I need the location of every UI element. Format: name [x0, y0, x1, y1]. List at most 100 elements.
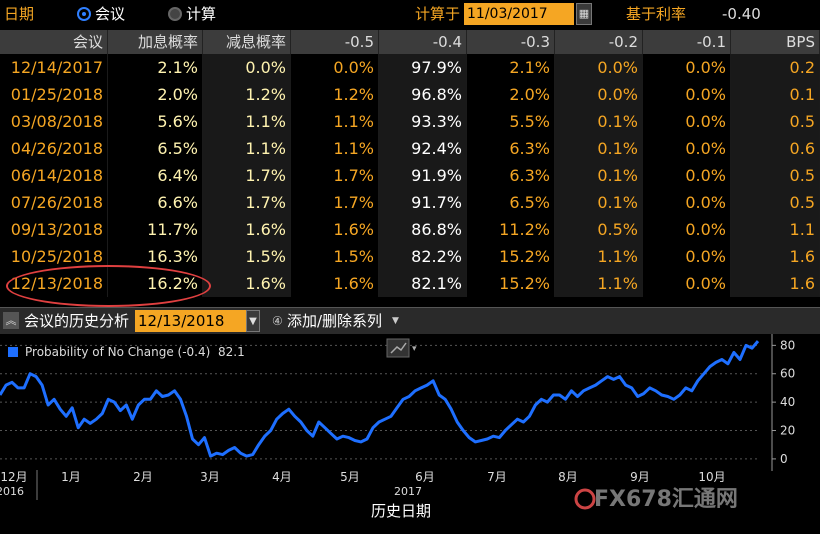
bps-value: 1.1 [731, 216, 820, 243]
y-tick-label: 0 [780, 452, 788, 466]
prob-m04: 82.2% [379, 243, 467, 270]
add-remove-series-button[interactable]: 添加/删除系列 [287, 308, 382, 334]
chevron-up-icon[interactable]: ︽ [3, 312, 19, 329]
header-bps[interactable]: BPS [731, 30, 820, 54]
x-tick-label: 10月 [698, 470, 725, 484]
table-row[interactable]: 06/14/2018 6.4% 1.7% 1.7% 91.9% 6.3% 0.1% 0.0% 0… [0, 162, 820, 189]
table-row[interactable]: 01/25/2018 2.0% 1.2% 1.2% 96.8% 2.0% 0.0% 0.0% 0… [0, 81, 820, 108]
prob-m04: 86.8% [379, 216, 467, 243]
table-row[interactable]: 09/13/2018 11.7% 1.6% 1.6% 86.8% 11.2% 0.5% 0.0… [0, 216, 820, 243]
x-tick-label: 12月 [0, 470, 27, 484]
meeting-date: 03/08/2018 [0, 108, 108, 135]
meeting-date: 12/14/2017 [0, 54, 108, 81]
hike-prob: 6.6% [108, 189, 203, 216]
prob-m04: 93.3% [379, 108, 467, 135]
prob-m01: 0.0% [643, 54, 731, 81]
meeting-date: 01/25/2018 [0, 81, 108, 108]
header-meeting[interactable]: 会议 [0, 30, 108, 54]
bps-value: 0.5 [731, 162, 820, 189]
calc-radio-button[interactable] [168, 7, 182, 21]
table-row[interactable]: 07/26/2018 6.6% 1.7% 1.7% 91.7% 6.5% 0.1% 0.0% 0… [0, 189, 820, 216]
y-tick-label: 40 [780, 395, 795, 409]
header-rate-m05[interactable]: -0.5 [291, 30, 379, 54]
header-rate-m02[interactable]: -0.2 [555, 30, 643, 54]
header-rate-m01[interactable]: -0.1 [643, 30, 731, 54]
prob-m04: 96.8% [379, 81, 467, 108]
history-date-dropdown[interactable]: ▼ [246, 310, 260, 332]
table-row[interactable]: 04/26/2018 6.5% 1.1% 1.1% 92.4% 6.3% 0.1% 0.0% 0… [0, 135, 820, 162]
prob-m05: 1.1% [291, 135, 379, 162]
top-toolbar: 日期 会议 计算 计算于 11/03/2017 ▦ 基于利率 -0.40 [0, 0, 820, 28]
hike-prob: 11.7% [108, 216, 203, 243]
base-rate-value: -0.40 [722, 5, 761, 23]
cut-prob: 1.5% [203, 243, 291, 270]
meeting-radio-label[interactable]: 会议 [95, 0, 125, 28]
x-tick-label: 9月 [630, 470, 650, 484]
calendar-icon[interactable]: ▦ [576, 3, 592, 25]
prob-m03: 6.5% [467, 189, 555, 216]
table-row[interactable]: 03/08/2018 5.6% 1.1% 1.1% 93.3% 5.5% 0.1% 0.0% 0… [0, 108, 820, 135]
highlight-circle [6, 265, 211, 307]
legend-series-label: Probability of No Change (-0.4) [25, 345, 210, 359]
meeting-date: 06/14/2018 [0, 162, 108, 189]
history-toolbar: ︽ 会议的历史分析 12/13/2018 ▼ ④ 添加/删除系列 ▼ [0, 307, 820, 334]
hike-prob: 2.1% [108, 54, 203, 81]
bps-value: 1.6 [731, 270, 820, 297]
bps-value: 0.2 [731, 54, 820, 81]
bps-value: 0.5 [731, 189, 820, 216]
history-title: 会议的历史分析 [24, 312, 130, 330]
header-cut[interactable]: 减息概率 [203, 30, 291, 54]
prob-m02: 1.1% [555, 270, 643, 297]
hike-prob: 2.0% [108, 81, 203, 108]
header-hike[interactable]: 加息概率 [108, 30, 203, 54]
prob-m02: 0.0% [555, 54, 643, 81]
app: 日期 会议 计算 计算于 11/03/2017 ▦ 基于利率 -0.40 会议 … [0, 0, 820, 530]
cut-prob: 1.1% [203, 135, 291, 162]
meeting-date: 07/26/2018 [0, 189, 108, 216]
header-rate-m03[interactable]: -0.3 [467, 30, 555, 54]
chart-type-dropdown-icon[interactable]: ▾ [412, 344, 417, 354]
cut-prob: 1.6% [203, 270, 291, 297]
hike-prob: 6.4% [108, 162, 203, 189]
cut-prob: 1.1% [203, 108, 291, 135]
prob-m03: 2.0% [467, 81, 555, 108]
prob-m05: 1.7% [291, 162, 379, 189]
meeting-radio-button[interactable] [77, 7, 91, 21]
header-rate-m04[interactable]: -0.4 [379, 30, 467, 54]
calc-radio-label[interactable]: 计算 [186, 0, 216, 28]
prob-m02: 0.1% [555, 108, 643, 135]
x-tick-label: 3月 [200, 470, 220, 484]
meeting-date: 09/13/2018 [0, 216, 108, 243]
hike-prob: 6.5% [108, 135, 203, 162]
prob-m04: 97.9% [379, 54, 467, 81]
prob-m02: 0.1% [555, 135, 643, 162]
calc-date-input[interactable]: 11/03/2017 [464, 3, 574, 25]
x-year-label: 2017 [394, 485, 422, 498]
x-tick-label: 1月 [61, 470, 81, 484]
prob-m03: 15.2% [467, 270, 555, 297]
x-tick-label: 4月 [272, 470, 292, 484]
history-date-input[interactable]: 12/13/2018 [135, 310, 246, 332]
prob-m01: 0.0% [643, 189, 731, 216]
prob-m02: 0.1% [555, 189, 643, 216]
table-row[interactable]: 12/14/2017 2.1% 0.0% 0.0% 97.9% 2.1% 0.0% 0.0% 0… [0, 54, 820, 81]
prob-m01: 0.0% [643, 135, 731, 162]
prob-m02: 0.0% [555, 81, 643, 108]
watermark-logo-mark [574, 488, 596, 510]
legend-last-value: 82.1 [218, 345, 245, 359]
prob-m05: 0.0% [291, 54, 379, 81]
prob-m03: 6.3% [467, 162, 555, 189]
prob-m01: 0.0% [643, 162, 731, 189]
bps-value: 0.1 [731, 81, 820, 108]
prob-m03: 2.1% [467, 54, 555, 81]
prob-m05: 1.5% [291, 243, 379, 270]
prob-m04: 91.9% [379, 162, 467, 189]
series-icon[interactable]: ④ [272, 308, 283, 334]
prob-m04: 92.4% [379, 135, 467, 162]
add-remove-dropdown-icon[interactable]: ▼ [392, 308, 399, 334]
x-tick-label: 6月 [415, 470, 435, 484]
x-axis-title: 历史日期 [371, 502, 431, 520]
history-chart: 0 20 40 60 80 12月 1月 2月 3月 4月 5月 6月 7月 8月 9月 10月 2016 20… [0, 334, 820, 530]
x-tick-label: 5月 [340, 470, 360, 484]
prob-m01: 0.0% [643, 270, 731, 297]
